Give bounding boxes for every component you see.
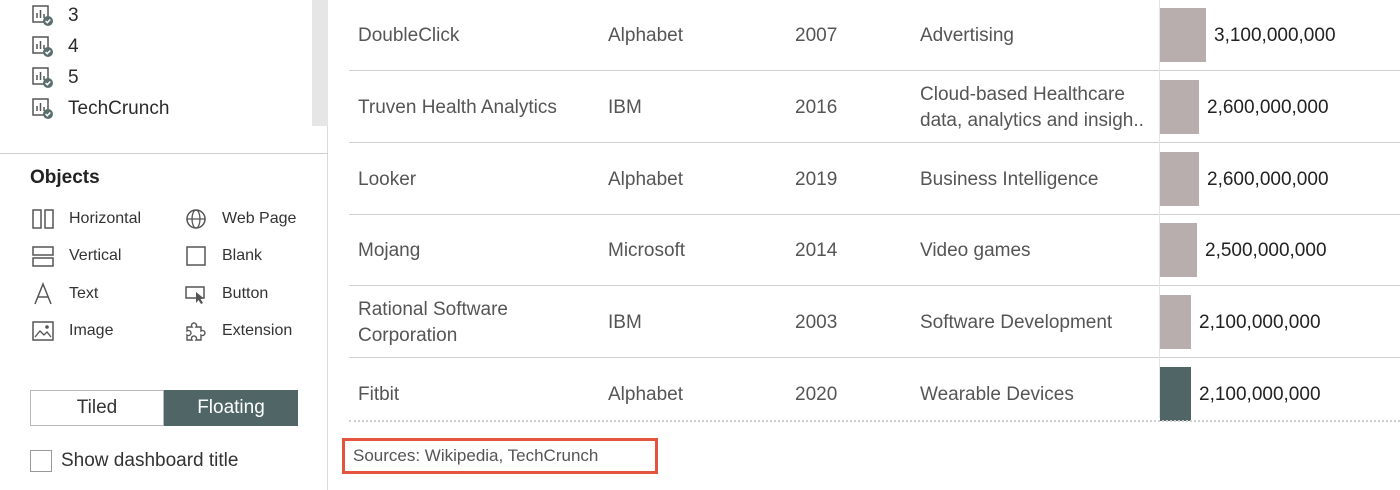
sheet-item-techcrunch[interactable]: TechCrunch	[32, 96, 169, 122]
company-cell: Rational Software Corporation	[358, 287, 598, 358]
object-label: Horizontal	[69, 210, 142, 227]
puzzle-icon	[186, 322, 206, 341]
company-cell: Looker	[358, 168, 417, 190]
object-label: Extension	[222, 322, 293, 339]
object-extension[interactable]: Extension	[184, 318, 292, 344]
text-icon	[34, 282, 52, 305]
object-label: Button	[222, 285, 269, 302]
sources-text: Sources: Wikipedia, TechCrunch	[353, 446, 599, 465]
dashboard-side-panel: 3 4 5 TechCrunch Objects Horizontal Web …	[0, 0, 328, 490]
sheet-label: 5	[68, 67, 79, 88]
horizontal-container-icon	[32, 209, 54, 229]
year-cell: 2007	[795, 24, 838, 46]
value-bar[interactable]	[1160, 223, 1197, 277]
tiled-button[interactable]: Tiled	[30, 390, 164, 426]
row-divider	[349, 357, 1400, 358]
value-label: 2,100,000,000	[1199, 311, 1321, 333]
table-row[interactable]: Mojang Microsoft 2014 Video games 2,500,…	[349, 215, 1400, 286]
year-cell: 2003	[795, 311, 838, 333]
acquirer-cell: Alphabet	[608, 24, 684, 46]
value-bar[interactable]	[1160, 367, 1191, 421]
divider	[0, 153, 328, 154]
year-cell: 2019	[795, 168, 838, 190]
object-label: Vertical	[69, 247, 122, 264]
acquirer-cell: IBM	[608, 96, 642, 118]
value-bar[interactable]	[1160, 80, 1199, 134]
value-bar[interactable]	[1160, 152, 1199, 206]
object-horizontal[interactable]: Horizontal	[31, 206, 141, 232]
object-label: Web Page	[222, 210, 297, 227]
industry-line: data, analytics and insigh..	[920, 109, 1144, 131]
industry-cell: Software Development	[920, 311, 1113, 333]
industry-cell: Video games	[920, 239, 1031, 261]
sheet-chart-check-icon	[32, 36, 54, 58]
industry-line: Cloud-based Healthcare	[920, 83, 1125, 105]
object-blank[interactable]: Blank	[184, 243, 262, 269]
value-label: 2,500,000,000	[1205, 239, 1327, 261]
value-label: 2,600,000,000	[1207, 168, 1329, 190]
show-dashboard-title-label: Show dashboard title	[61, 450, 239, 471]
year-cell: 2016	[795, 96, 838, 118]
sheet-item-3[interactable]: 3	[32, 3, 79, 29]
industry-cell: Advertising	[920, 24, 1014, 46]
value-label: 2,600,000,000	[1207, 96, 1329, 118]
object-image[interactable]: Image	[31, 318, 113, 344]
value-bar[interactable]	[1160, 295, 1191, 349]
industry-cell: Cloud-based Healthcare data, analytics an…	[920, 72, 1160, 143]
object-label: Text	[69, 285, 99, 302]
show-dashboard-title-option[interactable]: Show dashboard title	[30, 448, 238, 474]
row-divider	[349, 70, 1400, 71]
floating-button[interactable]: Floating	[164, 390, 298, 426]
acquirer-cell: Alphabet	[608, 168, 684, 190]
button-cursor-icon	[185, 286, 205, 304]
blank-square-icon	[186, 246, 206, 266]
sheet-label: TechCrunch	[68, 98, 170, 119]
sources-text-box[interactable]: Sources: Wikipedia, TechCrunch	[342, 438, 658, 474]
company-line: Rational Software	[358, 298, 508, 320]
object-vertical[interactable]: Vertical	[31, 243, 121, 269]
bar-axis-line	[1159, 0, 1160, 418]
layout-mode-toggle: Tiled Floating	[30, 390, 298, 426]
row-divider	[349, 285, 1400, 286]
industry-cell: Business Intelligence	[920, 168, 1099, 190]
sheet-chart-check-icon	[32, 67, 54, 89]
object-button[interactable]: Button	[184, 281, 268, 307]
year-cell: 2014	[795, 239, 838, 261]
value-bar[interactable]	[1160, 8, 1206, 62]
globe-icon	[186, 209, 206, 229]
object-label: Blank	[222, 247, 263, 264]
sheet-label: 4	[68, 36, 79, 57]
acquirer-cell: Microsoft	[608, 239, 686, 261]
show-dashboard-title-checkbox[interactable]	[30, 450, 52, 472]
objects-heading: Objects	[30, 167, 100, 188]
object-text[interactable]: Text	[31, 281, 98, 307]
sheet-item-5[interactable]: 5	[32, 65, 79, 91]
acquirer-cell: IBM	[608, 311, 642, 333]
company-line: Corporation	[358, 324, 458, 346]
value-label: 3,100,000,000	[1214, 24, 1336, 46]
image-icon	[32, 321, 54, 341]
sheet-chart-check-icon	[32, 5, 54, 27]
company-cell: DoubleClick	[358, 24, 460, 46]
sheet-item-4[interactable]: 4	[32, 34, 79, 60]
object-label: Image	[69, 322, 114, 339]
table-row[interactable]: Looker Alphabet 2019 Business Intelligen…	[349, 144, 1400, 215]
vertical-container-icon	[32, 246, 54, 267]
sheet-list-scrollbar[interactable]	[312, 0, 328, 126]
sheet-list: 3 4 5 TechCrunch	[0, 0, 312, 152]
table-row[interactable]: Rational Software Corporation IBM 2003 So…	[349, 287, 1400, 358]
table-row[interactable]: Truven Health Analytics IBM 2016 Cloud-b…	[349, 72, 1400, 143]
company-cell: Truven Health Analytics	[358, 96, 557, 118]
table-bottom-rule	[349, 420, 1400, 422]
table-row[interactable]: DoubleClick Alphabet 2007 Advertising 3,…	[349, 0, 1400, 71]
sheet-label: 3	[68, 5, 79, 26]
company-cell: Mojang	[358, 239, 421, 261]
acquisitions-table: DoubleClick Alphabet 2007 Advertising 3,…	[329, 0, 1400, 422]
object-web-page[interactable]: Web Page	[184, 206, 296, 232]
row-divider	[349, 142, 1400, 143]
sheet-chart-check-icon	[32, 98, 54, 120]
